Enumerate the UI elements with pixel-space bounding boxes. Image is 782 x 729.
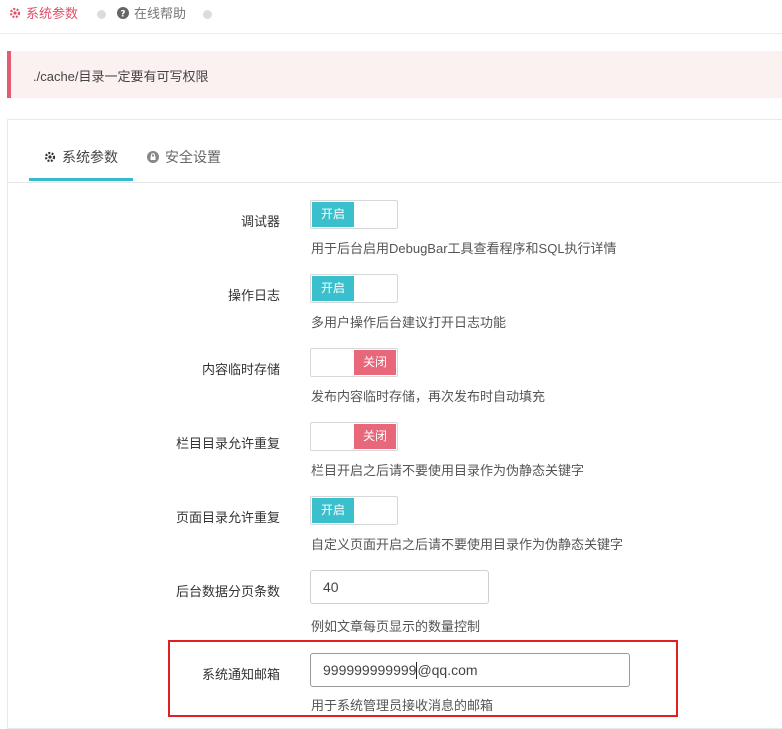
- setting-label-notify-email: 系统通知邮箱: [201, 667, 280, 682]
- lock-icon: [147, 150, 159, 166]
- input-value-before-caret: 999999999999: [323, 662, 417, 678]
- breadcrumb-label: 在线帮助: [134, 6, 187, 21]
- breadcrumb-online-help[interactable]: ? 在线帮助: [117, 6, 186, 22]
- debugger-toggle[interactable]: 开启: [310, 200, 398, 229]
- setting-label-content-temp-storage: 内容临时存储: [201, 362, 280, 377]
- setting-hint-notify-email: 用于系统管理员接收消息的邮箱: [311, 698, 494, 713]
- alert-text: ./cache/目录一定要有可写权限: [33, 69, 209, 84]
- top-breadcrumb-bar: 系统参数 ? 在线帮助: [0, 0, 782, 34]
- notify-email-input[interactable]: 999999999999@qq.com: [310, 653, 630, 687]
- breadcrumb-system-params[interactable]: 系统参数: [9, 6, 78, 22]
- breadcrumb-separator: [97, 10, 106, 19]
- breadcrumb-separator: [203, 10, 212, 19]
- setting-label-operation-log: 操作日志: [227, 288, 280, 303]
- permission-alert: ./cache/目录一定要有可写权限: [7, 51, 782, 98]
- setting-label-page-dir-duplicate: 页面目录允许重复: [175, 510, 280, 525]
- toggle-state-text: 开启: [312, 202, 354, 227]
- tab-label: 安全设置: [165, 149, 221, 165]
- column-dir-duplicate-toggle[interactable]: 关闭: [310, 422, 398, 451]
- setting-hint-content-temp-storage: 发布内容临时存储，再次发布时自动填充: [311, 389, 546, 404]
- tab-system-params[interactable]: 系统参数: [44, 147, 118, 167]
- page-dir-duplicate-toggle[interactable]: 开启: [310, 496, 398, 525]
- content-temp-storage-toggle[interactable]: 关闭: [310, 348, 398, 377]
- setting-hint-column-dir-duplicate: 栏目开启之后请不要使用目录作为伪静态关键字: [311, 463, 585, 478]
- tab-bar: 系统参数 安全设置: [8, 120, 782, 183]
- gear-icon: [44, 150, 56, 166]
- tab-label: 系统参数: [62, 149, 118, 165]
- toggle-state-text: 开启: [312, 498, 354, 523]
- setting-hint-debugger: 用于后台启用DebugBar工具查看程序和SQL执行详情: [311, 241, 617, 256]
- toggle-state-text: 开启: [312, 276, 354, 301]
- setting-hint-operation-log: 多用户操作后台建议打开日志功能: [311, 315, 507, 330]
- input-value: 40: [323, 579, 339, 595]
- toggle-state-text: 关闭: [354, 424, 396, 449]
- page-size-input[interactable]: 40: [310, 570, 489, 604]
- setting-label-column-dir-duplicate: 栏目目录允许重复: [175, 436, 280, 451]
- tab-security-settings[interactable]: 安全设置: [147, 147, 221, 167]
- active-tab-indicator: [29, 178, 133, 181]
- setting-label-page-size: 后台数据分页条数: [175, 584, 280, 599]
- breadcrumb-label: 系统参数: [26, 6, 79, 21]
- operation-log-toggle[interactable]: 开启: [310, 274, 398, 303]
- input-value-after-caret: @qq.com: [417, 662, 478, 678]
- question-circle-icon: ?: [117, 6, 129, 23]
- toggle-state-text: 关闭: [354, 350, 396, 375]
- setting-hint-page-dir-duplicate: 自定义页面开启之后请不要使用目录作为伪静态关键字: [311, 537, 624, 552]
- setting-hint-page-size: 例如文章每页显示的数量控制: [311, 619, 481, 634]
- svg-text:?: ?: [120, 9, 125, 19]
- setting-label-debugger: 调试器: [240, 214, 280, 229]
- gear-icon: [9, 7, 21, 23]
